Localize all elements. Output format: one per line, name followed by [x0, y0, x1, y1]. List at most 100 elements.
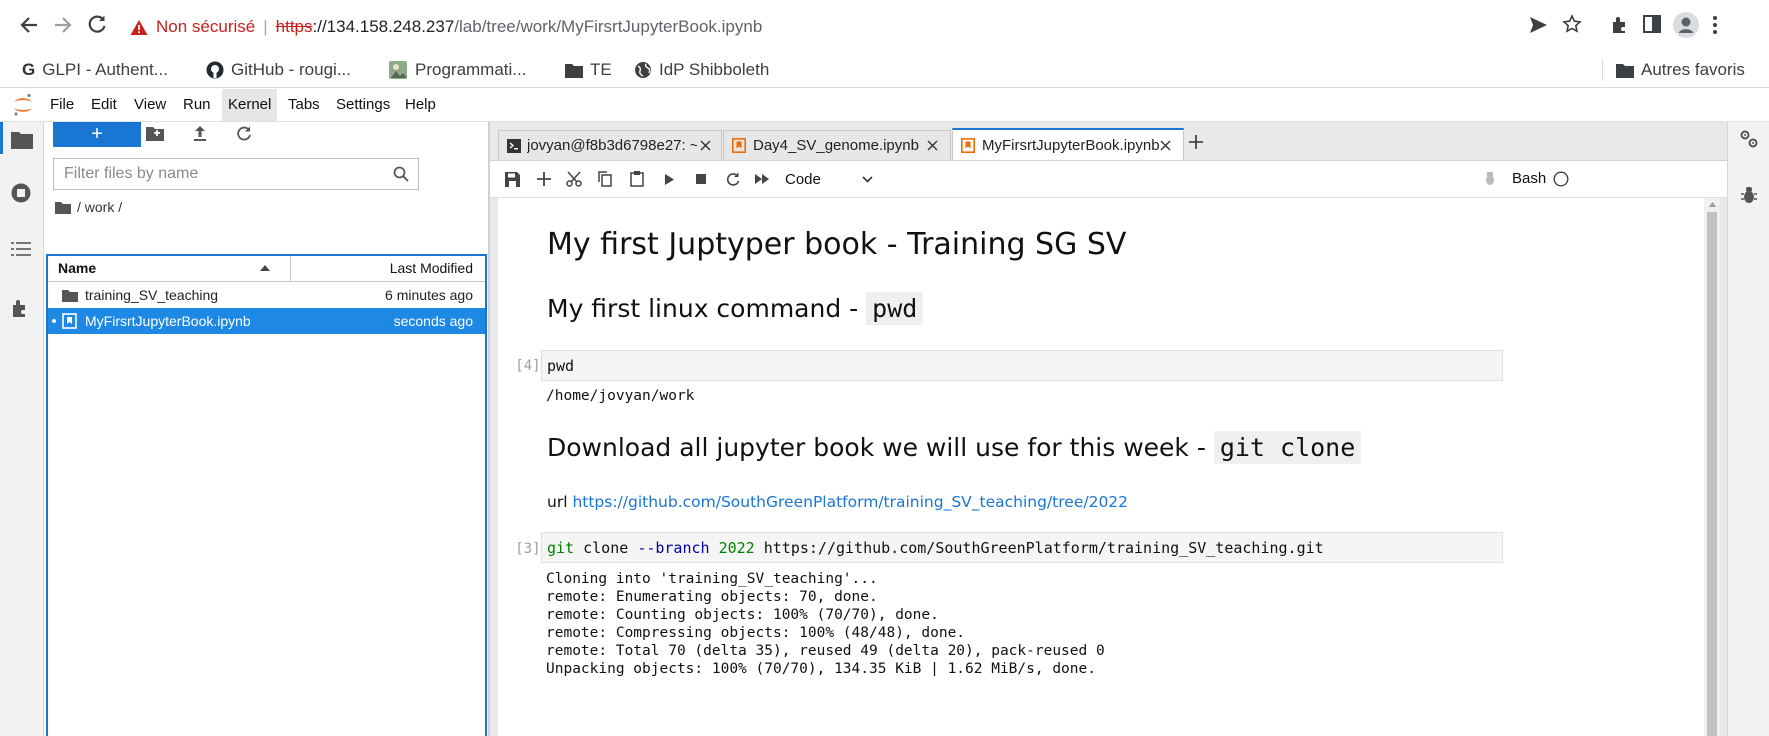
kernel-debug-icon[interactable] [1484, 172, 1496, 186]
tab-terminal[interactable]: jovyan@f8b3d6798e27: ~/w [498, 130, 722, 160]
inline-code: git clone [1213, 431, 1362, 464]
kernel-name[interactable]: Bash [1512, 170, 1546, 187]
send-icon[interactable] [1528, 15, 1548, 35]
code-cell-pwd[interactable]: pwd [541, 350, 1503, 381]
forward-icon[interactable] [52, 14, 74, 36]
bookmark-github[interactable]: GitHub - rougi... [206, 60, 351, 80]
terminal-icon [507, 138, 521, 153]
refresh-icon[interactable] [236, 125, 252, 142]
breadcrumb-path: / work / [77, 199, 123, 215]
back-icon[interactable] [18, 14, 40, 36]
menu-edit[interactable]: Edit [85, 89, 123, 121]
jupyter-logo-icon [12, 93, 34, 117]
run-icon[interactable] [665, 174, 674, 185]
sort-ascending-icon [260, 265, 270, 271]
file-name: training_SV_teaching [85, 287, 219, 303]
cell-output-line: Cloning into 'training_SV_teaching'... [546, 571, 878, 587]
notebook-scrollbar[interactable] [1704, 198, 1720, 736]
file-modified: 6 minutes ago [385, 287, 473, 303]
bookmark-other-favorites[interactable]: Autres favoris [1616, 60, 1745, 80]
scrollbar-thumb[interactable] [1707, 212, 1717, 736]
address-separator: | [263, 17, 268, 36]
notebook-icon [732, 138, 746, 153]
bookmark-shibboleth[interactable]: IdP Shibboleth [634, 60, 769, 80]
globe-icon [634, 61, 652, 79]
cell-type-select[interactable]: Code [785, 166, 885, 192]
programming-icon [388, 60, 408, 80]
address-bar[interactable]: Non sécurisé | https ://134.158.248.237 … [130, 10, 1536, 44]
bookmark-programming[interactable]: Programmati... [388, 60, 526, 80]
cell-output: /home/jovyan/work [546, 388, 695, 404]
kebab-menu-icon[interactable] [1711, 14, 1719, 36]
menu-view[interactable]: View [128, 89, 172, 121]
cell-type-value: Code [785, 170, 821, 188]
heading-1: My first Juptyper book - Training SG SV [547, 227, 1127, 262]
restart-run-all-icon[interactable] [755, 174, 769, 184]
close-icon[interactable] [927, 140, 938, 151]
file-row-training-folder[interactable]: training_SV_teaching 6 minutes ago [48, 282, 485, 308]
tab-label: jovyan@f8b3d6798e27: ~/w [527, 137, 697, 154]
code-token-number: 2022 [718, 539, 755, 557]
file-row-notebook-selected[interactable]: MyFirsrtJupyterBook.ipynb seconds ago [48, 308, 485, 334]
table-of-contents-icon[interactable] [11, 240, 31, 258]
kernel-idle-icon [1553, 171, 1569, 187]
code-cell-git-clone[interactable]: git clone --branch 2022 https://github.c… [541, 532, 1503, 563]
upload-icon[interactable] [192, 125, 208, 142]
cell-output-line: Unpacking objects: 100% (70/70), 134.35 … [546, 661, 1096, 677]
save-icon[interactable] [505, 172, 520, 187]
folder-icon [565, 63, 583, 78]
menu-help[interactable]: Help [399, 89, 442, 121]
menu-run[interactable]: Run [177, 89, 217, 121]
bookmark-glpi[interactable]: G GLPI - Authent... [22, 60, 168, 80]
main-dock-panel: jovyan@f8b3d6798e27: ~/w Day4_SV_genome.… [488, 122, 1729, 736]
paste-icon[interactable] [630, 170, 644, 187]
add-tab-icon[interactable] [1188, 134, 1204, 150]
reload-icon[interactable] [86, 13, 108, 35]
menu-settings[interactable]: Settings [330, 89, 396, 121]
close-icon[interactable] [700, 140, 711, 151]
bookmark-te[interactable]: TE [565, 60, 612, 80]
tab-day4-notebook[interactable]: Day4_SV_genome.ipynb [723, 130, 951, 160]
side-panel-icon[interactable] [1643, 15, 1661, 33]
new-folder-icon[interactable] [146, 126, 164, 141]
running-sessions-icon[interactable] [10, 182, 32, 204]
column-name-header[interactable]: Name [48, 256, 291, 281]
cell-output-line: remote: Enumerating objects: 70, done. [546, 589, 878, 605]
menu-kernel[interactable]: Kernel [222, 89, 278, 121]
extensions-icon[interactable] [11, 298, 31, 318]
filter-placeholder: Filter files by name [64, 165, 199, 182]
cell-output-line: remote: Counting objects: 100% (70/70), … [546, 607, 939, 623]
insert-cell-icon[interactable] [537, 172, 551, 186]
menu-file[interactable]: File [44, 89, 80, 121]
copy-icon[interactable] [598, 171, 612, 187]
code-token-subcommand: clone [574, 539, 638, 557]
file-browser-tab-icon[interactable] [11, 131, 33, 149]
restart-kernel-icon[interactable] [726, 172, 740, 186]
url-label: url [547, 493, 573, 511]
search-icon [393, 166, 409, 182]
github-link[interactable]: https://github.com/SouthGreenPlatform/tr… [572, 493, 1128, 511]
property-inspector-icon[interactable] [1739, 129, 1759, 149]
filter-files-input[interactable]: Filter files by name [53, 158, 419, 190]
debugger-icon[interactable] [1741, 186, 1757, 204]
extensions-icon[interactable] [1610, 14, 1630, 34]
cut-icon[interactable] [566, 171, 582, 187]
column-modified-label[interactable]: Last Modified [390, 260, 473, 276]
bookmark-label: TE [590, 60, 612, 79]
stop-icon[interactable] [696, 174, 706, 184]
close-icon[interactable] [1160, 140, 1171, 151]
code-text: pwd [547, 357, 575, 375]
menu-tabs[interactable]: Tabs [282, 89, 326, 121]
star-icon[interactable] [1562, 14, 1582, 34]
profile-avatar-icon[interactable] [1673, 12, 1699, 38]
file-modified: seconds ago [393, 313, 473, 329]
breadcrumb[interactable]: / work / [55, 199, 122, 215]
bookmark-label: IdP Shibboleth [659, 60, 770, 79]
code-token-flag: --branch [637, 539, 710, 557]
glpi-icon: G [22, 60, 36, 79]
tab-myfirst-notebook[interactable]: MyFirsrtJupyterBook.ipynb [952, 128, 1184, 160]
new-launcher-button[interactable]: + [53, 122, 141, 147]
security-label: Non sécurisé [156, 17, 256, 36]
scroll-up-icon[interactable] [1709, 202, 1716, 207]
notebook-panel: My first Juptyper book - Training SG SV … [498, 198, 1704, 736]
